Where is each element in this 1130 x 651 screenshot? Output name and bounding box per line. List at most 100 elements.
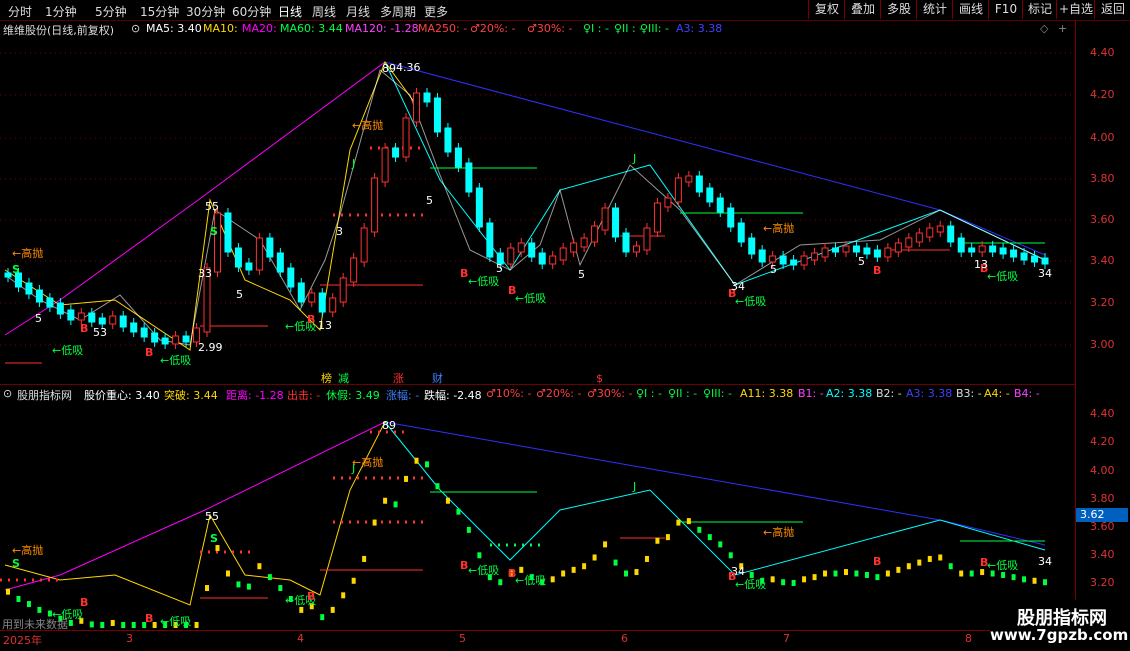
sub-bar: [885, 570, 890, 577]
candle-body: [350, 257, 358, 283]
fib-89-sub: 89: [382, 419, 396, 432]
candle-body: [674, 177, 682, 203]
gaopao-label: ←高抛: [763, 222, 795, 235]
candle-body: [737, 222, 745, 243]
candle-body: [758, 249, 766, 263]
sub-blue-line: [384, 421, 1046, 546]
candle-body: [381, 147, 389, 183]
sub-bar: [571, 566, 576, 573]
sub-bar: [1011, 574, 1016, 581]
candle-body: [978, 245, 986, 253]
candle-body: [402, 117, 410, 158]
y-tick-sub: 4.00: [1090, 464, 1115, 477]
buy-marker-sub: B: [980, 556, 989, 569]
sub-bar: [1032, 577, 1037, 584]
candle-body: [213, 212, 221, 273]
candle-body: [339, 277, 347, 303]
sub-bar: [393, 501, 398, 508]
sub-bar: [823, 570, 828, 577]
sub-bar: [89, 621, 94, 628]
j-marker-sub: J: [633, 480, 637, 493]
buy-marker-sub: B: [460, 559, 469, 572]
candle-body: [685, 175, 693, 183]
event-zhang[interactable]: 涨: [393, 370, 404, 386]
sub-magenta-line: [4, 421, 386, 591]
sub-bar: [16, 595, 21, 602]
y-tick: 3.40: [1090, 254, 1115, 267]
fib-5: 5: [496, 262, 503, 275]
candle-body: [716, 197, 724, 213]
event-bang[interactable]: 榜: [321, 370, 332, 386]
sub-bar: [969, 570, 974, 577]
sub-bar: [466, 526, 471, 533]
watermark-url: www.7gpzb.com: [990, 626, 1129, 644]
candle-body: [4, 272, 12, 278]
sub-bar: [383, 497, 388, 504]
candle-body: [413, 92, 421, 123]
sub-bar: [582, 563, 587, 570]
candle-body: [800, 255, 808, 266]
sub-bar: [812, 574, 817, 581]
buy-marker-sub: B: [80, 596, 89, 609]
buy-marker-sub: B: [307, 590, 316, 603]
candle-body: [706, 187, 714, 203]
candle-body: [842, 245, 850, 253]
sub-bar: [624, 570, 629, 577]
sub-bar: [980, 569, 985, 576]
sub-bar: [100, 622, 105, 628]
candle-body: [936, 225, 944, 233]
sub-bar: [561, 570, 566, 577]
fib-55-sub: 55: [205, 510, 219, 523]
y-tick: 3.60: [1090, 213, 1115, 226]
candle-body: [140, 327, 148, 338]
sub-bar: [938, 554, 943, 561]
sub-bar: [906, 563, 911, 570]
gaopao-label-sub: ←高抛: [352, 456, 384, 469]
buy-marker: B: [460, 267, 469, 280]
gaopao-label: ←高抛: [12, 247, 44, 260]
candle-body: [1020, 252, 1028, 261]
kline-chart[interactable]: [0, 0, 1075, 630]
candle-body: [119, 315, 127, 328]
back-button[interactable]: 返回: [1094, 0, 1130, 19]
event-cai[interactable]: 财: [432, 370, 443, 386]
event-dollar[interactable]: $: [596, 372, 603, 385]
gaopao-label-sub: ←高抛: [763, 526, 795, 539]
buy-marker-sub: B: [145, 612, 154, 625]
candle-body: [852, 245, 860, 253]
date-label: 2025年: [3, 634, 42, 647]
candle-body: [947, 225, 955, 243]
sub-bar: [246, 583, 251, 590]
sell-marker: S: [12, 263, 20, 276]
sub-bar: [236, 581, 241, 588]
y-tick-sub: 4.20: [1090, 435, 1115, 448]
dixi-label-sub: ←低吸: [515, 574, 547, 587]
sub-bar: [833, 570, 838, 577]
candle-body: [1031, 255, 1039, 263]
candle-body: [130, 322, 138, 333]
sub-bar: [341, 592, 346, 599]
fib-13: 13: [318, 319, 332, 332]
sub-bar: [927, 555, 932, 562]
candle-body: [873, 249, 881, 258]
dixi-label: ←低吸: [52, 344, 84, 357]
sub-bar: [791, 579, 796, 586]
sub-bar: [1043, 579, 1047, 586]
event-jian[interactable]: 减: [338, 370, 349, 386]
candle-body: [56, 302, 64, 315]
sub-bar: [644, 555, 649, 562]
candle-body: [748, 237, 756, 255]
candle-body: [632, 245, 640, 253]
gaopao-label: ←高抛: [352, 119, 384, 132]
y-tick: 4.40: [1090, 46, 1115, 59]
sub-bar: [110, 619, 115, 626]
zigzag-magenta-line: [4, 61, 386, 336]
candle-body: [580, 237, 588, 248]
sub-bar: [655, 537, 660, 544]
sell-marker-sub: S: [210, 532, 218, 545]
sub-bar: [257, 563, 262, 570]
y-tick: 4.20: [1090, 88, 1115, 101]
candle-body: [863, 247, 871, 255]
dixi-label: ←低吸: [987, 270, 1019, 283]
gaopao-label-sub: ←高抛: [12, 544, 44, 557]
